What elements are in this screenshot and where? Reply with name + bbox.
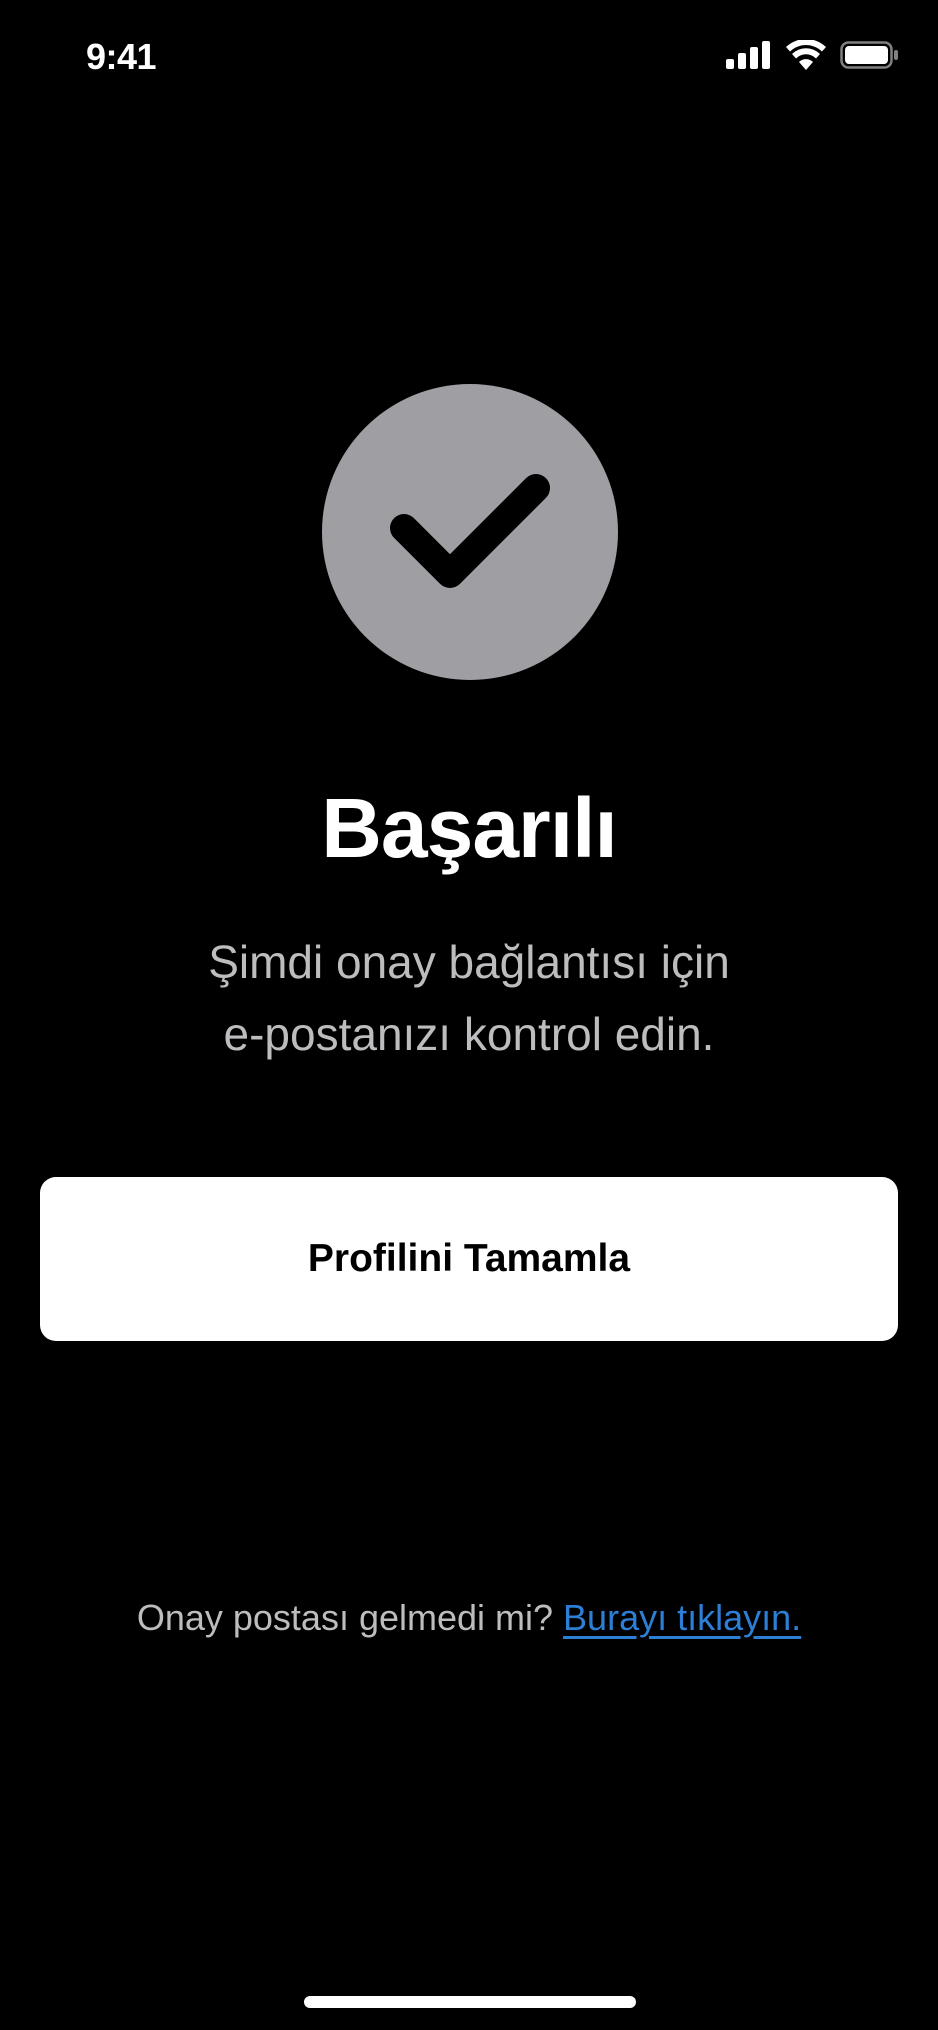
signal-icon [726,41,770,69]
checkmark-icon [390,474,550,588]
resend-prompt: Onay postası gelmedi mi? Burayı tıklayın… [0,1597,938,1639]
home-indicator [304,1996,636,2008]
status-bar: 9:41 [0,0,938,120]
complete-profile-button[interactable]: Profilini Tamamla [40,1177,898,1341]
resend-link[interactable]: Burayı tıklayın. [563,1597,801,1638]
complete-profile-button-label: Profilini Tamamla [307,1237,631,1280]
status-time: 9:41 [86,36,157,77]
success-circle [322,384,618,680]
page-subtitle: Şimdi onay bağlantısı için e-postanızı k… [120,926,818,1070]
resend-question: Onay postası gelmedi mi? [136,1597,554,1638]
subtitle-line-2: e-postanızı kontrol edin. [223,1008,715,1060]
wifi-icon [786,40,826,70]
subtitle-line-1: Şimdi onay bağlantısı için [208,936,730,988]
page-title: Başarılı [321,781,618,875]
status-icons [726,40,898,70]
battery-icon [840,41,898,69]
